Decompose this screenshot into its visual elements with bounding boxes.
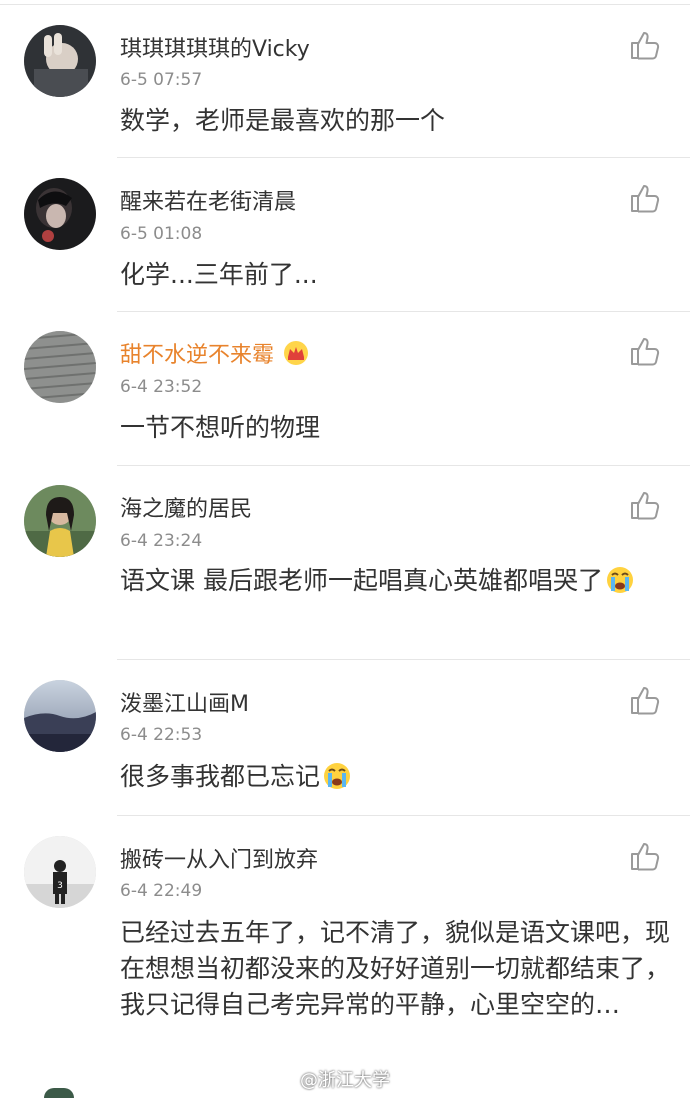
- comment-text: 化学...三年前了...: [120, 260, 318, 289]
- timestamp: 6-4 23:52: [120, 377, 203, 397]
- thumbs-up-icon: [631, 492, 660, 520]
- thumbs-up-icon: [631, 843, 660, 871]
- timestamp: 6-4 23:24: [120, 531, 203, 551]
- comment-divider: [117, 465, 690, 466]
- username[interactable]: 泼墨江山画M: [120, 686, 249, 718]
- avatar[interactable]: [24, 25, 96, 97]
- comment-divider: [117, 157, 690, 158]
- like-button[interactable]: [628, 683, 662, 717]
- top-divider: [0, 4, 690, 5]
- comment-text: 一节不想听的物理: [120, 413, 321, 442]
- comment-text: 语文课 最后跟老师一起唱真心英雄都唱哭了: [120, 563, 670, 605]
- comment-text: 已经过去五年了，记不清了，貌似是语文课吧，现在想想当初都没来的及好好道别一切就都…: [120, 918, 671, 1019]
- avatar[interactable]: 3: [24, 836, 96, 908]
- like-button[interactable]: [628, 488, 662, 522]
- like-button[interactable]: [628, 181, 662, 215]
- comment-text-body: 语文课 最后跟老师一起唱真心英雄都唱哭了: [120, 566, 603, 595]
- svg-text:3: 3: [57, 881, 63, 891]
- comment-text: 数学，老师是最喜欢的那一个: [120, 106, 446, 135]
- next-comment-avatar: [44, 1088, 74, 1098]
- username[interactable]: 海之魔的居民: [120, 491, 252, 523]
- timestamp: 6-5 07:57: [120, 70, 203, 90]
- crying-emoji: [322, 761, 352, 801]
- avatar[interactable]: [24, 485, 96, 557]
- like-button[interactable]: [628, 334, 662, 368]
- username-label: 甜不水逆不来霉: [120, 343, 275, 368]
- watermark: @浙江大学: [300, 1070, 390, 1091]
- like-button[interactable]: [628, 28, 662, 62]
- avatar[interactable]: [24, 680, 96, 752]
- like-button[interactable]: [628, 839, 662, 873]
- username[interactable]: 琪琪琪琪琪的Vicky: [120, 31, 310, 63]
- username[interactable]: 搬砖一从入门到放弃: [120, 842, 318, 874]
- thumbs-up-icon: [631, 32, 660, 60]
- timestamp: 6-5 01:08: [120, 224, 203, 244]
- thumbs-up-icon: [631, 338, 660, 366]
- comment-divider: [117, 815, 690, 816]
- comment-divider: [117, 659, 690, 660]
- timestamp: 6-4 22:49: [120, 881, 203, 901]
- timestamp: 6-4 22:53: [120, 725, 203, 745]
- username[interactable]: 醒来若在老街清晨: [120, 184, 296, 216]
- avatar[interactable]: [24, 331, 96, 403]
- username[interactable]: 甜不水逆不来霉: [120, 337, 310, 372]
- comment-text: 很多事我都已忘记: [120, 759, 670, 801]
- comment-divider: [117, 311, 690, 312]
- thumbs-up-icon: [631, 687, 660, 715]
- thumbs-up-icon: [631, 185, 660, 213]
- avatar[interactable]: [24, 178, 96, 250]
- comment-text-body: 很多事我都已忘记: [120, 762, 321, 791]
- crown-icon: [282, 340, 310, 372]
- crying-emoji: [605, 565, 635, 605]
